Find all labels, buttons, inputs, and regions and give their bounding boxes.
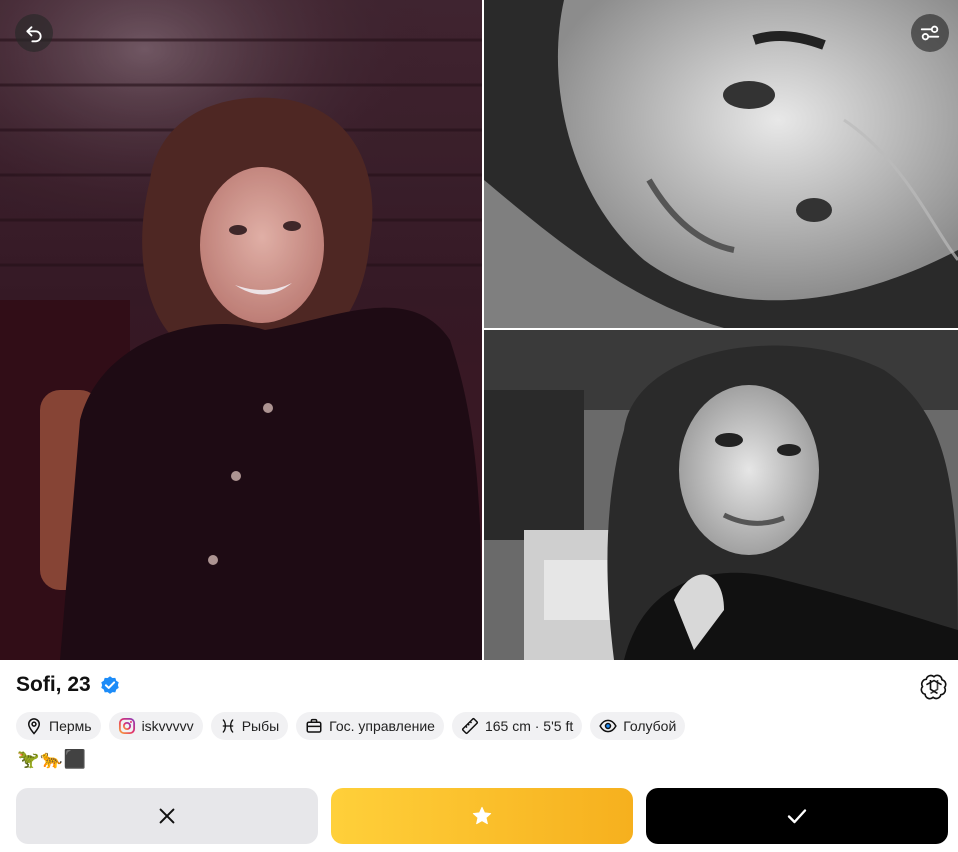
bottom-right-photo[interactable] [484, 330, 958, 660]
back-button[interactable] [15, 14, 53, 52]
photo-grid [0, 0, 958, 660]
like-button[interactable] [646, 788, 948, 844]
skip-button[interactable] [16, 788, 318, 844]
chip-eye-color: Голубой [590, 712, 686, 740]
chip-occupation: Гос. управление [296, 712, 444, 740]
main-photo[interactable] [0, 0, 482, 660]
ai-assistant-icon[interactable] [920, 673, 948, 701]
filter-button[interactable] [911, 14, 949, 52]
chip-city: Пермь [16, 712, 101, 740]
action-bar [16, 788, 948, 844]
emoji-interests: 🦖🐆⬛ [17, 749, 88, 770]
undo-icon [26, 26, 42, 43]
chip-occupation-label: Гос. управление [329, 718, 435, 734]
top-right-photo[interactable] [484, 0, 958, 328]
chip-instagram[interactable]: iskvvvvv [108, 712, 203, 740]
star-icon [472, 806, 492, 825]
briefcase-icon [306, 718, 322, 733]
chip-city-label: Пермь [49, 718, 92, 734]
chip-height: 165 cm · 5'5 ft [451, 712, 583, 740]
profile-name-row: Sofi, 23 [16, 673, 121, 697]
location-pin-icon [27, 718, 41, 735]
chip-height-label: 165 cm · 5'5 ft [484, 718, 574, 734]
ruler-icon [461, 718, 478, 734]
profile-info-chips: Пермь iskvvvvv Рыбы Гос. управление 165 … [16, 712, 686, 740]
profile-name-age: Sofi, 23 [16, 673, 91, 696]
chip-eye-color-label: Голубой [623, 718, 677, 734]
filter-icon [920, 25, 940, 41]
eye-icon [599, 719, 617, 733]
chip-zodiac-label: Рыбы [241, 718, 280, 734]
superlike-button[interactable] [331, 788, 633, 844]
close-icon [159, 808, 175, 824]
chip-instagram-label: iskvvvvv [141, 718, 194, 734]
verified-badge-icon [100, 676, 119, 694]
chip-zodiac: Рыбы [210, 712, 289, 740]
check-icon [787, 809, 807, 824]
pisces-icon [222, 719, 234, 733]
instagram-icon [118, 717, 135, 735]
